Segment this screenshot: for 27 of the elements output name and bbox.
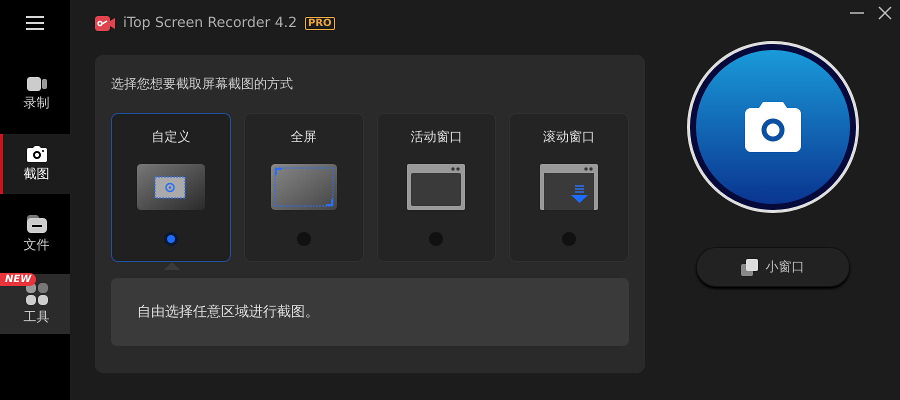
fullscreen-icon <box>270 164 337 210</box>
region-select-icon <box>136 164 205 210</box>
sidebar-item[interactable]: NEW 工具 <box>0 274 70 334</box>
app-logo-icon <box>95 16 115 30</box>
sidebar-item[interactable]: 截图 <box>0 134 70 194</box>
window-title: iTop Screen Recorder 4.2 <box>123 15 298 31</box>
grid-icon <box>26 282 48 304</box>
mini-window-button[interactable]: 小窗口 <box>696 247 850 287</box>
camera-icon <box>744 102 800 152</box>
close-icon[interactable] <box>878 6 892 20</box>
camera-icon <box>26 146 46 162</box>
stacked-squares-icon <box>740 258 758 276</box>
capture-mode-card[interactable]: 全屏 <box>244 113 364 262</box>
folder-icon <box>26 214 46 232</box>
capture-mode-card[interactable]: 滚动窗口 <box>509 113 629 262</box>
menu-icon[interactable] <box>26 16 44 30</box>
sidebar-item[interactable]: 文件 <box>0 204 70 264</box>
capture-mode-card[interactable]: 活动窗口 <box>376 113 496 262</box>
radio-button[interactable] <box>164 232 178 246</box>
camera-icon <box>26 76 46 90</box>
window-icon <box>407 164 466 210</box>
new-badge: NEW <box>0 273 36 286</box>
mode-description: 自由选择任意区域进行截图。 <box>111 278 629 346</box>
scrolling-window-icon <box>540 164 598 210</box>
pro-badge: PRO <box>305 16 335 30</box>
panel-heading: 选择您想要截取屏幕截图的方式 <box>111 76 294 93</box>
sidebar-item[interactable]: 录制 <box>0 64 70 124</box>
